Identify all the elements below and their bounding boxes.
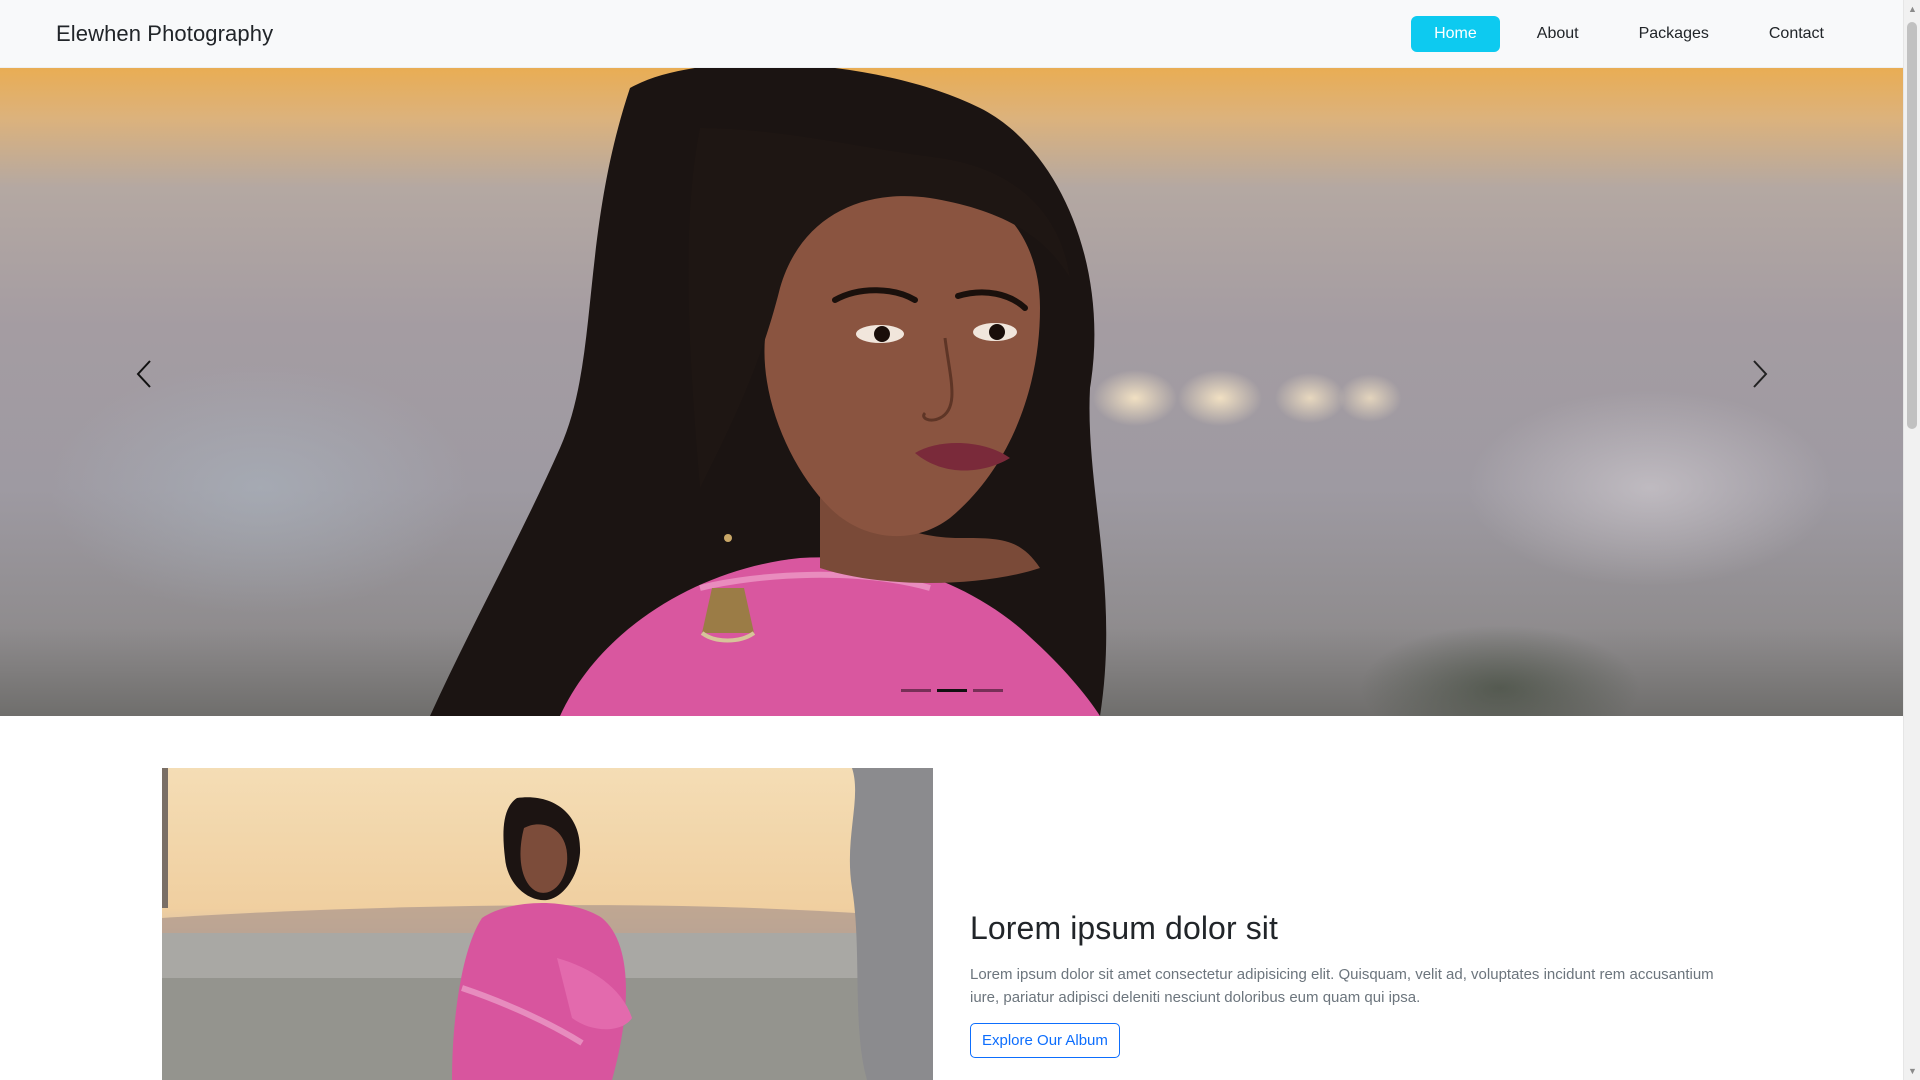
- carousel-indicator-2[interactable]: [936, 689, 967, 692]
- feature-description: Lorem ipsum dolor sit amet consectetur a…: [970, 966, 1714, 1006]
- hero-portrait-image: [430, 68, 1107, 716]
- carousel-indicators: [0, 689, 1903, 692]
- feature-section: Lorem ipsum dolor sit Lorem ipsum dolor …: [0, 716, 1903, 1080]
- nav-item-contact[interactable]: Contact: [1746, 16, 1847, 52]
- carousel-prev-button[interactable]: [124, 344, 164, 404]
- nav-item-home[interactable]: Home: [1411, 15, 1500, 52]
- main-nav: Home About Packages Contact: [1397, 15, 1847, 52]
- explore-album-button[interactable]: Explore Our Album: [970, 1023, 1120, 1058]
- chevron-left-icon: [136, 360, 151, 388]
- nav-item-packages[interactable]: Packages: [1616, 16, 1732, 52]
- hero-carousel: [0, 68, 1903, 716]
- carousel-next-button[interactable]: [1740, 344, 1780, 404]
- feature-heading: Lorem ipsum dolor sit: [970, 910, 1278, 946]
- carousel-indicator-1[interactable]: [900, 689, 931, 692]
- top-navbar: Elewhen Photography Home About Packages …: [0, 0, 1903, 68]
- nav-item-about[interactable]: About: [1514, 16, 1602, 52]
- brand-logo-text[interactable]: Elewhen Photography: [56, 21, 273, 47]
- scroll-up-arrow-icon[interactable]: ▲: [1908, 4, 1917, 14]
- scroll-down-arrow-icon[interactable]: ▼: [1908, 1066, 1917, 1076]
- feature-photo: [162, 768, 933, 1080]
- carousel-indicator-3[interactable]: [972, 689, 1003, 692]
- chevron-right-icon: [1753, 360, 1768, 388]
- page-scrollbar[interactable]: ▲ ▼: [1903, 0, 1920, 1080]
- feature-text-block: Lorem ipsum dolor sit Lorem ipsum dolor …: [970, 910, 1720, 1058]
- scrollbar-thumb[interactable]: [1907, 22, 1917, 429]
